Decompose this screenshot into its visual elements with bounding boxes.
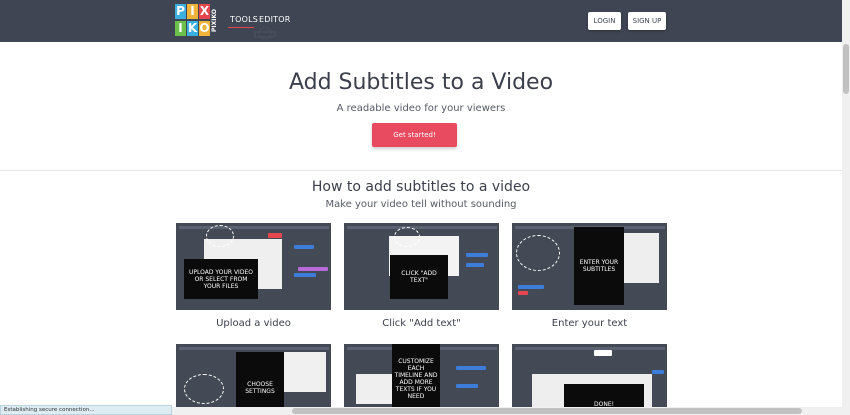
vertical-scrollbar-thumb[interactable] <box>843 44 849 94</box>
horizontal-scrollbar-thumb[interactable] <box>292 408 802 414</box>
signup-button[interactable]: SIGN UP <box>628 12 666 30</box>
nav-tools-link[interactable]: TOOLS <box>230 15 258 24</box>
step-caption: Click "Add text" <box>382 318 461 329</box>
login-button[interactable]: LOGIN <box>588 12 621 30</box>
logo-letter: I <box>175 21 186 36</box>
step-overlay-text: CHOOSE SETTINGS <box>236 352 284 415</box>
step-image-customize[interactable]: CUSTOMIZE EACH TIMELINE AND ADD MORE TEX… <box>344 344 499 415</box>
step-caption: Upload a video <box>216 318 291 329</box>
page-title: Add Subtitles to a Video <box>288 70 554 95</box>
get-started-button[interactable]: Get started! <box>372 123 457 147</box>
nav-editor-link[interactable]: EDITOR <box>259 15 291 24</box>
section-divider <box>0 170 842 171</box>
howto-subtitle: Make your video tell without sounding <box>325 199 517 210</box>
step-image-enter-text[interactable]: ENTER YOUR SUBTITLES <box>512 223 667 310</box>
pixiko-logo[interactable]: P I X I K O PIXIKO <box>175 4 219 38</box>
step-overlay-text: ENTER YOUR SUBTITLES <box>574 227 624 305</box>
logo-side-text: PIXIKO <box>211 9 218 33</box>
step-image-add-text[interactable]: CLICK "ADD TEXT" <box>344 223 499 310</box>
browser-status-text: Establishing secure connection... <box>0 405 172 415</box>
step-overlay-text: UPLOAD YOUR VIDEO OR SELECT FROM YOUR FI… <box>184 259 258 299</box>
logo-letter: K <box>187 21 198 36</box>
logo-letter: P <box>175 4 186 19</box>
howto-title: How to add subtitles to a video <box>311 179 531 195</box>
top-nav-bar <box>0 0 842 42</box>
step-image-done[interactable]: DONE! <box>512 344 667 415</box>
logo-letter: O <box>199 21 210 36</box>
step-overlay-text: CUSTOMIZE EACH TIMELINE AND ADD MORE TEX… <box>392 344 440 414</box>
step-image-settings[interactable]: CHOOSE SETTINGS <box>176 344 331 415</box>
logo-letter: X <box>199 4 210 19</box>
decorative-dots-icon <box>254 26 276 40</box>
page-subtitle: A readable video for your viewers <box>336 103 506 114</box>
logo-letter: I <box>187 4 198 19</box>
step-caption: Enter your text <box>551 318 628 329</box>
step-overlay-text: CLICK "ADD TEXT" <box>390 255 448 299</box>
step-image-upload[interactable]: UPLOAD YOUR VIDEO OR SELECT FROM YOUR FI… <box>176 223 331 310</box>
